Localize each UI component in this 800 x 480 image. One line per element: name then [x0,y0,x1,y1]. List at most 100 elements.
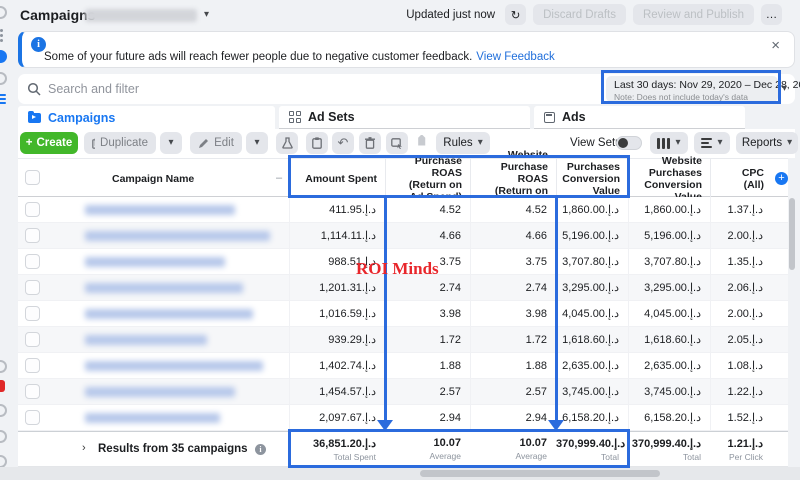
nav-circle-icon[interactable] [0,430,7,443]
vertical-scrollbar[interactable] [789,198,795,270]
nav-home-icon[interactable] [0,6,7,19]
column-header-cpc[interactable]: CPC (All) [710,159,772,198]
expand-results-chevron-icon[interactable]: › [82,442,86,454]
blurred-campaign-name[interactable] [85,257,225,267]
horizontal-scrollbar[interactable] [420,470,660,477]
edit-button[interactable]: Edit [190,132,242,154]
view-feedback-link[interactable]: View Feedback [476,51,554,63]
topbar-actions: Updated just now ↻ Discard Drafts Review… [406,4,782,25]
blurred-campaign-name[interactable] [85,361,263,371]
row-checkbox[interactable] [25,410,40,425]
column-header-amount-spent[interactable]: Amount Spent [289,159,385,198]
search-icon [27,82,41,96]
row-checkbox[interactable] [25,254,40,269]
table-row[interactable]: 1,016.59.د.إ 3.98 3.98 4,045.00.د.إ 4,04… [18,301,788,327]
results-info-icon[interactable]: i [255,444,266,455]
duplicate-icon [92,137,95,149]
website-purchase-roas-cell: 2.74 [470,275,556,301]
blurred-campaign-name[interactable] [85,387,235,397]
nav-menu-icon[interactable] [0,27,7,40]
column-header-purchase-roas[interactable]: Purchase ROAS (Return on Ad Spend) [385,159,470,198]
column-header-campaign-name[interactable]: Campaign Name [47,159,289,198]
nav-circle-icon[interactable] [0,360,7,373]
table-row[interactable]: 988.51.د.إ 3.75 3.75 3,707.80.د.إ 3,707.… [18,249,788,275]
website-purchases-cv-cell: 5,196.00.د.إ [628,223,710,249]
clipboard-button[interactable] [306,132,328,154]
date-range-selector[interactable]: Last 30 days: Nov 29, 2020 – Dec 28, 202… [606,76,778,102]
feedback-banner: i Some of your future ads will reach few… [18,31,795,68]
website-purchases-cv-cell: 3,707.80.د.إ [628,249,710,275]
nav-notification-badge[interactable] [0,380,5,392]
reports-button[interactable]: Reports ▾ [736,132,798,154]
trash-icon [365,137,375,149]
nav-campaigns-icon[interactable] [0,92,7,105]
table-row[interactable]: 411.95.د.إ 4.52 4.52 1,860.00.د.إ 1,860.… [18,197,788,223]
date-chevron-down-icon[interactable]: ▾ [782,84,787,94]
row-checkbox[interactable] [25,202,40,217]
website-purchases-cv-cell: 1,618.60.د.إ [628,327,710,353]
row-checkbox[interactable] [25,332,40,347]
info-icon: i [31,37,46,52]
breakdown-button[interactable]: ▾ [694,132,730,154]
cpc-cell: 1.37.د.إ [710,197,772,223]
table-header: Campaign Name – Amount Spent Purchase RO… [18,158,788,197]
table-row[interactable]: 939.29.د.إ 1.72 1.72 1,618.60.د.إ 1,618.… [18,327,788,353]
select-all-checkbox[interactable] [25,170,40,185]
tab-ad-sets[interactable]: Ad Sets [279,106,530,129]
search-bar[interactable]: Search and filter Last 30 days: Nov 29, … [18,74,795,104]
website-purchase-roas-cell: 3.75 [470,249,556,275]
more-options-button[interactable]: … [761,4,782,25]
blurred-account-name[interactable] [85,9,197,22]
table-row[interactable]: 2,097.67.د.إ 2.94 2.94 6,158.20.د.إ 6,15… [18,405,788,431]
nav-circle-icon[interactable] [0,404,7,417]
add-column-icon[interactable]: + [775,172,788,185]
column-header-website-purchases-conversion-value[interactable]: Website Purchases Conversion Value [628,159,710,198]
blurred-campaign-name[interactable] [85,205,235,215]
inspect-button[interactable] [386,132,408,154]
sort-dash-icon[interactable]: – [276,172,282,184]
table-row[interactable]: 1,114.11.د.إ 4.66 4.66 5,196.00.د.إ 5,19… [18,223,788,249]
delete-button[interactable] [359,132,381,154]
purchase-roas-cell: 2.74 [385,275,470,301]
blurred-campaign-name[interactable] [85,335,207,345]
edit-dropdown-button[interactable]: ▾ [246,132,268,154]
duplicate-dropdown-button[interactable]: ▾ [160,132,182,154]
row-checkbox[interactable] [25,306,40,321]
create-button[interactable]: + Create [20,132,78,154]
view-setup-toggle[interactable] [616,136,642,150]
blurred-campaign-name[interactable] [85,283,243,293]
ads-manager-screen: Campaigns ▾ Updated just now ↻ Discard D… [0,0,800,480]
nav-circle-icon[interactable] [0,72,7,85]
cpc-cell: 1.22.د.إ [710,379,772,405]
blurred-campaign-name[interactable] [85,413,220,423]
row-checkbox[interactable] [25,228,40,243]
columns-button[interactable]: ▾ [650,132,688,154]
column-header-purchases-conversion-value[interactable]: Purchases Conversion Value [556,159,628,198]
row-checkbox[interactable] [25,280,40,295]
table-row[interactable]: 1,454.57.د.إ 2.57 2.57 3,745.00.د.إ 3,74… [18,379,788,405]
tab-ads[interactable]: Ads [534,106,745,129]
tag-icon[interactable] [414,135,428,149]
left-nav-strip [0,0,17,480]
close-icon[interactable]: × [771,37,780,54]
refresh-button[interactable]: ↻ [505,4,526,25]
discard-drafts-button[interactable]: Discard Drafts [533,4,626,25]
ab-test-button[interactable] [276,132,298,154]
table-row[interactable]: 1,201.31.د.إ 2.74 2.74 3,295.00.د.إ 3,29… [18,275,788,301]
account-chevron-down-icon[interactable]: ▾ [204,10,209,20]
column-header-website-purchase-roas[interactable]: Website Purchase ROAS (Return on Ad Spen… [470,159,556,198]
row-checkbox[interactable] [25,358,40,373]
undo-button[interactable]: ↶ [332,132,354,154]
blurred-campaign-name[interactable] [85,309,253,319]
row-checkbox[interactable] [25,384,40,399]
undo-icon: ↶ [338,135,349,151]
nav-ads-manager-icon[interactable] [0,50,7,63]
toggle-knob [618,138,628,148]
blurred-campaign-name[interactable] [85,231,270,241]
cpc-cell: 1.35.د.إ [710,249,772,275]
tab-campaigns[interactable]: Campaigns [18,106,275,129]
table-row[interactable]: 1,402.74.د.إ 1.88 1.88 2,635.00.د.إ 2,63… [18,353,788,379]
review-publish-button[interactable]: Review and Publish [633,4,754,25]
banner-message: Some of your future ads will reach fewer… [44,51,555,63]
duplicate-button[interactable]: Duplicate [84,132,156,154]
